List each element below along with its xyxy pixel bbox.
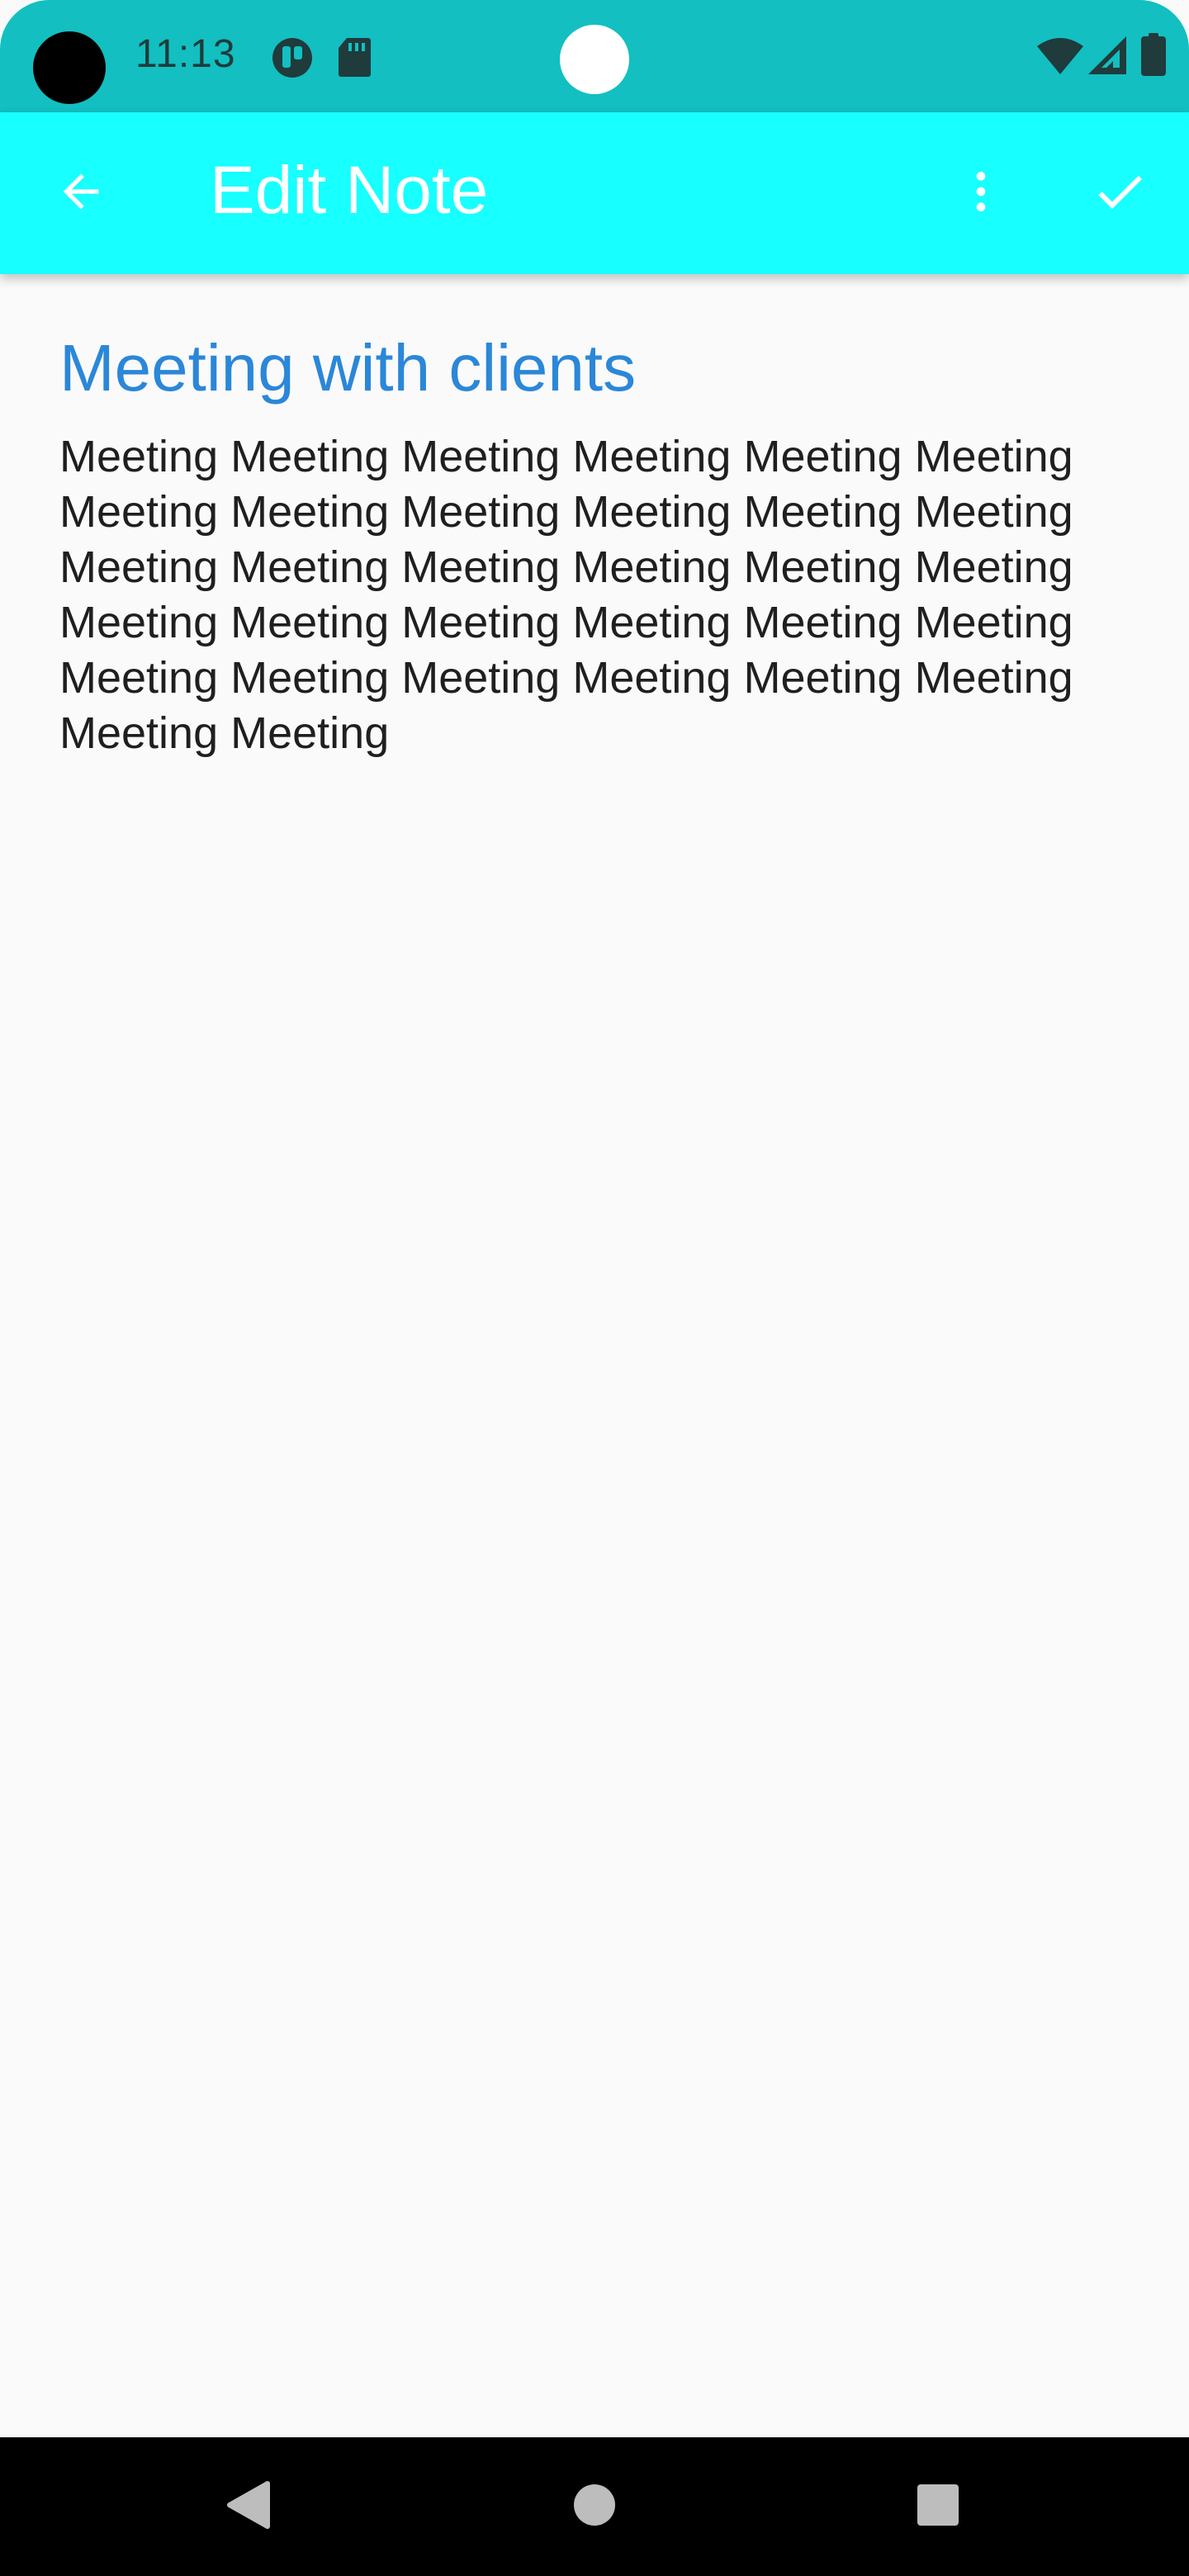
- save-button[interactable]: [1070, 144, 1169, 243]
- check-icon: [1090, 162, 1149, 225]
- status-bar: 11:13: [0, 0, 1189, 112]
- camera-cutout: [33, 31, 106, 104]
- note-body-input[interactable]: Meeting Meeting Meeting Meeting Meeting …: [59, 429, 1133, 761]
- center-indicator-dot: [560, 25, 629, 94]
- more-options-button[interactable]: [931, 144, 1030, 243]
- note-editor: Meeting with clients Meeting Meeting Mee…: [59, 330, 1133, 761]
- nav-home-button[interactable]: [545, 2457, 644, 2556]
- more-vert-icon: [955, 165, 1007, 222]
- wifi-icon: [1037, 38, 1083, 78]
- nav-back-icon: [225, 2480, 271, 2534]
- app-bar: Edit Note: [0, 112, 1189, 274]
- nav-back-button[interactable]: [198, 2457, 297, 2556]
- system-navigation-bar: [0, 2437, 1189, 2576]
- page-title: Edit Note: [210, 153, 489, 228]
- nav-recents-icon: [917, 2484, 959, 2531]
- nav-recents-button[interactable]: [888, 2457, 988, 2556]
- note-title-input[interactable]: Meeting with clients: [59, 330, 1133, 406]
- nav-home-icon: [573, 2484, 616, 2531]
- status-time: 11:13: [135, 32, 236, 76]
- notification-app-icon: [271, 36, 314, 83]
- back-button[interactable]: [31, 144, 130, 243]
- battery-icon: [1141, 33, 1166, 80]
- arrow-back-icon: [54, 165, 107, 222]
- signal-icon: [1088, 36, 1126, 78]
- sd-card-icon: [337, 36, 372, 82]
